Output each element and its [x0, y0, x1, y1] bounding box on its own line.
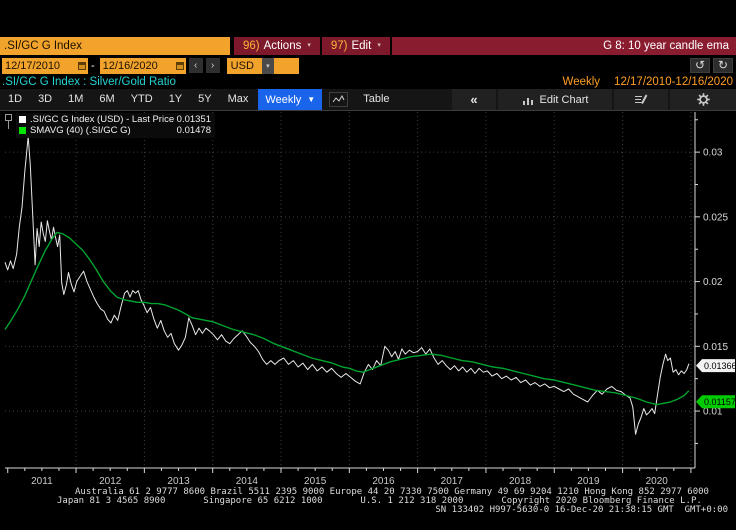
start-date-value: 12/17/2010 — [5, 59, 61, 72]
x-axis-label: 2011 — [31, 476, 53, 487]
redo-button[interactable]: ↻ — [713, 58, 733, 73]
collapse-toolbar-button[interactable]: « — [452, 89, 496, 110]
undo-button[interactable]: ↺ — [690, 58, 710, 73]
date-bar: 12/17/2010 - 12/16/2020 ‹ › USD ▾ ↺ ↻ — [0, 57, 736, 74]
chart-legend: .SI/GC G Index (USD) - Last Price 0.0135… — [16, 113, 215, 138]
page-title: .SI/GC G Index : Silver/Gold Ratio — [2, 75, 176, 88]
chevron-down-icon: ▼ — [307, 95, 316, 104]
x-axis-label: 2020 — [646, 476, 669, 487]
badge-value-label: 0.01157 — [704, 397, 736, 407]
tab-1y[interactable]: 1Y — [161, 89, 190, 110]
date-range-separator: - — [91, 59, 95, 72]
legend-pin-icon[interactable] — [4, 114, 13, 132]
function-title: G 8: 10 year candle ema — [391, 37, 736, 55]
edit-chart-label: Edit Chart — [539, 93, 589, 106]
footer-session-info: SN 133402 H997-5630-0 16-Dec-20 21:38:15… — [435, 505, 728, 515]
start-date-field[interactable]: 12/17/2010 — [2, 57, 88, 74]
y-axis-label: 0.015 — [703, 342, 728, 353]
legend-item-last-price[interactable]: .SI/GC G Index (USD) - Last Price 0.0135… — [19, 114, 211, 125]
legend-value: 0.01478 — [176, 125, 211, 136]
shift-range-back-button[interactable]: ‹ — [188, 58, 203, 73]
y-axis-label: 0.02 — [703, 277, 723, 288]
toolbar: 1D 3D 1M 6M YTD 1Y 5Y Max Weekly ▼ Table… — [0, 89, 736, 111]
calendar-icon[interactable] — [78, 61, 86, 70]
tab-5y[interactable]: 5Y — [190, 89, 219, 110]
x-axis-label: 2019 — [577, 476, 600, 487]
line-chart-glyph — [332, 95, 345, 103]
legend-label: SMAVG (40) (.SI/GC G) — [30, 125, 131, 136]
edit-chart-button[interactable]: Edit Chart — [498, 89, 612, 110]
x-axis-label: 2016 — [372, 476, 395, 487]
white-series-swatch-icon — [19, 116, 26, 123]
x-axis-label: 2017 — [441, 476, 464, 487]
badge-value-label: 0.01366 — [704, 361, 736, 371]
periodicity-value: Weekly — [265, 93, 302, 106]
x-axis-label: 2012 — [99, 476, 122, 487]
mini-chart-icon — [522, 97, 533, 105]
pencil-note-icon — [635, 94, 648, 104]
chevron-down-icon: ▾ — [377, 42, 381, 49]
x-axis-label: 2014 — [236, 476, 259, 487]
end-date-field[interactable]: 12/16/2020 — [99, 57, 186, 74]
currency-value: USD — [230, 59, 254, 72]
price-chart-canvas[interactable]: 0.010.0150.020.0250.032011 2012 2013 2014 20… — [0, 110, 736, 487]
period-label: Weekly — [562, 75, 601, 88]
tab-1m[interactable]: 1M — [60, 89, 91, 110]
tab-6m[interactable]: 6M — [91, 89, 122, 110]
periodicity-dropdown[interactable]: Weekly ▼ — [258, 89, 323, 110]
end-date-value: 12/16/2020 — [102, 59, 158, 72]
calendar-icon[interactable] — [175, 61, 184, 70]
legend-item-smavg[interactable]: SMAVG (40) (.SI/GC G) 0.01478 — [19, 125, 211, 136]
tab-1d[interactable]: 1D — [0, 89, 30, 110]
settings-button[interactable] — [670, 89, 736, 110]
tab-max[interactable]: Max — [220, 89, 257, 110]
edit-function-key: 97) — [330, 40, 348, 52]
currency-select[interactable]: USD ▾ — [226, 57, 299, 74]
price-line — [4, 136, 690, 435]
legend-label: .SI/GC G Index (USD) - Last Price — [30, 114, 175, 125]
actions-button[interactable]: 96) Actions ▾ — [234, 37, 320, 55]
y-axis-label: 0.03 — [703, 148, 723, 159]
line-chart-type-icon[interactable] — [329, 92, 349, 107]
x-axis-label: 2013 — [167, 476, 190, 487]
annotate-button[interactable] — [614, 89, 668, 110]
tab-table[interactable]: Table — [355, 89, 397, 110]
chevron-down-icon: ▾ — [307, 42, 311, 49]
security-input[interactable]: .SI/GC G Index — [0, 37, 230, 55]
green-series-swatch-icon — [19, 127, 26, 134]
edit-label: Edit — [351, 40, 372, 52]
shift-range-forward-button[interactable]: › — [205, 58, 220, 73]
edit-button[interactable]: 97) Edit ▾ — [321, 37, 390, 55]
gear-icon — [696, 93, 710, 106]
command-bar: .SI/GC G Index 96) Actions ▾ 97) Edit ▾ … — [0, 37, 736, 55]
y-axis-label: 0.025 — [703, 212, 728, 223]
tab-3d[interactable]: 3D — [30, 89, 60, 110]
actions-function-key: 96) — [243, 40, 260, 52]
legend-value: 0.01351 — [176, 114, 211, 125]
x-axis-label: 2015 — [304, 476, 327, 487]
actions-label: Actions — [263, 40, 302, 52]
tab-ytd[interactable]: YTD — [123, 89, 161, 110]
x-axis-label: 2018 — [509, 476, 532, 487]
chevron-down-icon[interactable]: ▾ — [261, 57, 274, 74]
chart-title-bar: .SI/GC G Index : Silver/Gold Ratio Weekl… — [0, 75, 736, 88]
date-range-label: 12/17/2010-12/16/2020 — [614, 75, 733, 88]
